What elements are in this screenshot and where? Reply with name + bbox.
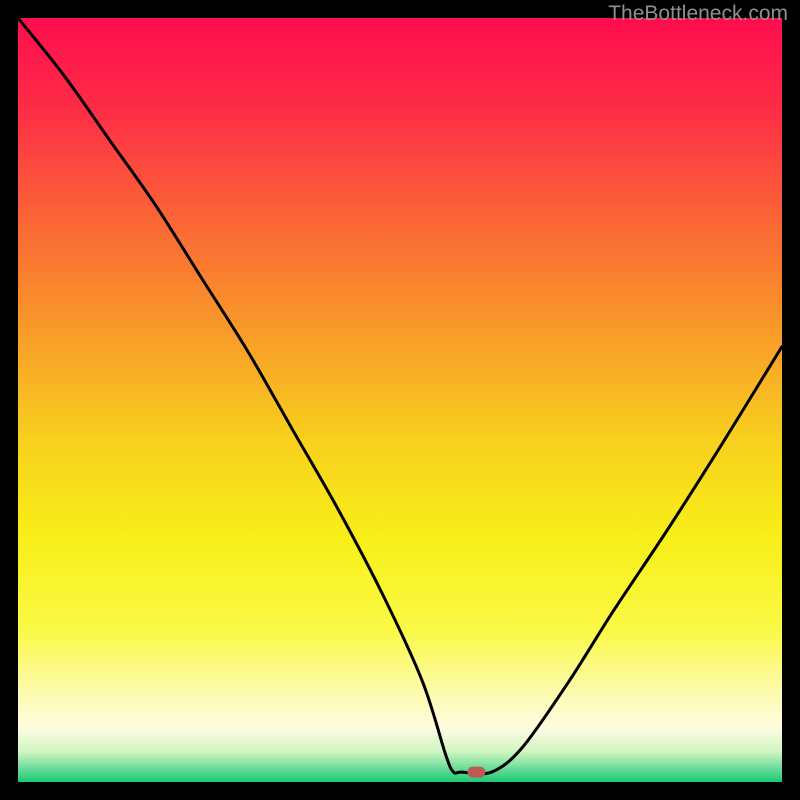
watermark-label: TheBottleneck.com [608, 2, 788, 26]
chart-svg [18, 18, 782, 782]
plot-background [18, 18, 782, 782]
bottleneck-plot [18, 18, 782, 782]
chart-container: TheBottleneck.com [0, 0, 800, 800]
optimal-marker [467, 767, 485, 778]
